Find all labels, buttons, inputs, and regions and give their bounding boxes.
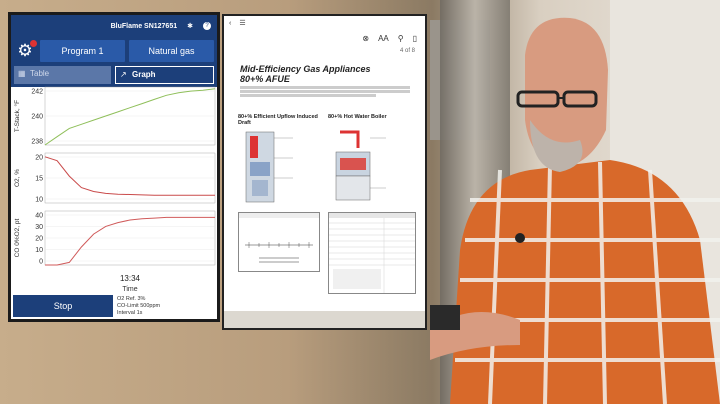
y-tick-label: 30 xyxy=(35,224,43,231)
search-icon[interactable]: ⚲ xyxy=(398,34,404,43)
doc-title-line1: Mid-Efficiency Gas Appliances xyxy=(240,64,371,74)
settings-gear-icon[interactable]: ⚙ xyxy=(14,40,37,62)
time-tick-label: 13:34 xyxy=(120,274,141,283)
view-tabs: ▦ Table ↗ Graph xyxy=(11,65,217,87)
tab-graph-label: Graph xyxy=(132,70,156,79)
page-number: 4 of 8 xyxy=(399,48,415,54)
y-axis-label: T-Stack, °F xyxy=(13,100,21,132)
table-icon: ▦ xyxy=(18,69,26,78)
bookmark-icon[interactable]: ▯ xyxy=(413,34,417,43)
document-tablet: ‹ ☰ ⊗ AA ⚲ ▯ 4 of 8 Mid-Efficiency Gas A… xyxy=(222,14,427,330)
y-tick-label: 240 xyxy=(31,114,43,121)
bottom-bar: Stop O2 Ref. 3% CO-Limit 500ppm Interval… xyxy=(11,293,217,319)
tablet-case-edge xyxy=(224,311,425,328)
doc-toolbar: ⊗ AA ⚲ ▯ xyxy=(224,30,425,46)
y-tick-label: 40 xyxy=(35,213,43,220)
stop-button[interactable]: Stop xyxy=(13,295,113,317)
tab-table-label: Table xyxy=(30,69,50,78)
doc-paragraph xyxy=(240,86,410,97)
measurement-info: O2 Ref. 3% CO-Limit 500ppm Interval 1s xyxy=(117,296,160,317)
furnace-diagram xyxy=(245,131,293,203)
subheading-boiler: 80+% Hot Water Boiler xyxy=(328,114,387,120)
x-axis-label: Time xyxy=(122,286,137,293)
subheading-upflow: 80+% Efficient Upflow Induced Draft xyxy=(238,114,318,126)
y-tick-label: 20 xyxy=(35,155,43,162)
y-tick-label: 20 xyxy=(35,236,43,243)
info-co-limit: CO-Limit 500ppm xyxy=(117,302,161,309)
doc-status-bar: ‹ ☰ xyxy=(224,16,425,30)
y-tick-label: 10 xyxy=(35,197,43,204)
device-name: BluFlame SN127651 xyxy=(110,22,178,30)
y-tick-label: 10 xyxy=(35,247,43,254)
toolbar: ⚙ Program 1 Natural gas xyxy=(11,37,217,65)
y-tick-label: 15 xyxy=(35,176,43,183)
back-icon[interactable]: ‹ xyxy=(229,20,231,27)
boiler-diagram xyxy=(335,130,386,201)
graph-icon: ↗ xyxy=(120,70,127,79)
analyzer-tablet: BluFlame SN127651 ✱ ? ⚙ Program 1 Natura… xyxy=(8,12,220,322)
tab-graph[interactable]: ↗ Graph xyxy=(115,66,214,84)
y-tick-label: 242 xyxy=(31,89,43,96)
trend-charts: 242 240 238 T-Stack, °F 20 15 10 O2, % 40 30 20 10 0… xyxy=(13,86,216,293)
close-icon[interactable]: ⊗ xyxy=(362,34,369,43)
bluetooth-icon: ✱ xyxy=(187,23,193,30)
person-photo xyxy=(430,0,720,404)
program-button[interactable]: Program 1 xyxy=(40,40,125,62)
tab-table[interactable]: ▦ Table xyxy=(14,66,111,84)
appliance-table xyxy=(328,212,416,294)
y-axis-label: CO 0%O2, pt xyxy=(14,218,21,257)
list-icon[interactable]: ☰ xyxy=(239,19,245,27)
info-interval: Interval 1s xyxy=(117,309,143,316)
y-tick-label: 238 xyxy=(31,139,43,146)
y-tick-label: 0 xyxy=(39,259,43,266)
info-o2-ref: O2 Ref. 3% xyxy=(117,295,146,302)
draft-gauge-figure xyxy=(238,212,320,272)
help-icon[interactable]: ? xyxy=(203,22,211,30)
fuel-button[interactable]: Natural gas xyxy=(129,40,214,62)
app-header: BluFlame SN127651 ✱ ? xyxy=(11,15,217,37)
notification-dot xyxy=(30,40,37,47)
doc-title: Mid-Efficiency Gas Appliances 80+% AFUE xyxy=(240,64,371,84)
y-axis-label: O2, % xyxy=(14,169,21,187)
doc-title-line2: 80+% AFUE xyxy=(240,74,290,84)
text-size-icon[interactable]: AA xyxy=(378,34,389,43)
